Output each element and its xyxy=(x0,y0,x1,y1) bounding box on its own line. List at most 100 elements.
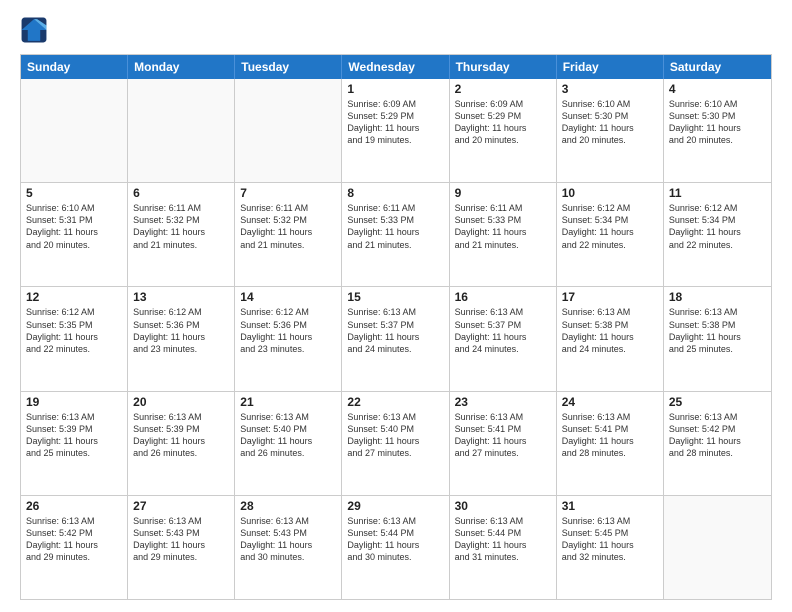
calendar-cell: 30Sunrise: 6:13 AMSunset: 5:44 PMDayligh… xyxy=(450,496,557,599)
calendar-cell xyxy=(128,79,235,182)
calendar-cell: 22 Sunrise: 6:13 AMSunset: 5:40 PMDayligh… xyxy=(342,392,449,495)
calendar-header-cell: Friday xyxy=(557,55,664,79)
day-number: 21 xyxy=(240,395,336,409)
calendar-cell: 2 Sunrise: 6:09 AMSunset: 5:29 PMDaylight… xyxy=(450,79,557,182)
calendar-header-cell: Monday xyxy=(128,55,235,79)
day-info: Sunrise: 6:13 AMSunset: 5:44 PMDaylight:… xyxy=(455,515,551,564)
calendar-cell: 17 Sunrise: 6:13 AMSunset: 5:38 PMDayligh… xyxy=(557,287,664,390)
day-info: Sunrise: 6:09 AMSunset: 5:29 PMDaylight:… xyxy=(347,98,443,147)
calendar-cell xyxy=(235,79,342,182)
day-info: Sunrise: 6:12 AMSunset: 5:35 PMDaylight:… xyxy=(26,306,122,355)
day-info: Sunrise: 6:13 AMSunset: 5:45 PMDaylight:… xyxy=(562,515,658,564)
day-number: 18 xyxy=(669,290,766,304)
calendar-body: 1 Sunrise: 6:09 AMSunset: 5:29 PMDaylight… xyxy=(21,79,771,599)
day-number: 11 xyxy=(669,186,766,200)
day-info: Sunrise: 6:11 AMSunset: 5:33 PMDaylight:… xyxy=(455,202,551,251)
calendar-row: 19Sunrise: 6:13 AMSunset: 5:39 PMDayligh… xyxy=(21,391,771,495)
calendar-cell: 19Sunrise: 6:13 AMSunset: 5:39 PMDayligh… xyxy=(21,392,128,495)
calendar-cell: 9 Sunrise: 6:11 AMSunset: 5:33 PMDaylight… xyxy=(450,183,557,286)
calendar-cell: 16 Sunrise: 6:13 AMSunset: 5:37 PMDayligh… xyxy=(450,287,557,390)
day-number: 13 xyxy=(133,290,229,304)
day-info: Sunrise: 6:13 AMSunset: 5:39 PMDaylight:… xyxy=(26,411,122,460)
logo-icon xyxy=(20,16,48,44)
day-number: 4 xyxy=(669,82,766,96)
calendar-cell: 15 Sunrise: 6:13 AMSunset: 5:37 PMDayligh… xyxy=(342,287,449,390)
calendar-row: 5 Sunrise: 6:10 AMSunset: 5:31 PMDaylight… xyxy=(21,182,771,286)
calendar-cell: 6 Sunrise: 6:11 AMSunset: 5:32 PMDaylight… xyxy=(128,183,235,286)
day-number: 5 xyxy=(26,186,122,200)
calendar-cell: 12 Sunrise: 6:12 AMSunset: 5:35 PMDayligh… xyxy=(21,287,128,390)
day-info: Sunrise: 6:13 AMSunset: 5:41 PMDaylight:… xyxy=(455,411,551,460)
calendar-cell: 27 Sunrise: 6:13 AMSunset: 5:43 PMDayligh… xyxy=(128,496,235,599)
calendar-cell: 1 Sunrise: 6:09 AMSunset: 5:29 PMDaylight… xyxy=(342,79,449,182)
calendar-cell: 26 Sunrise: 6:13 AMSunset: 5:42 PMDayligh… xyxy=(21,496,128,599)
day-info: Sunrise: 6:13 AMSunset: 5:37 PMDaylight:… xyxy=(347,306,443,355)
calendar-cell: 29Sunrise: 6:13 AMSunset: 5:44 PMDayligh… xyxy=(342,496,449,599)
day-info: Sunrise: 6:10 AMSunset: 5:30 PMDaylight:… xyxy=(562,98,658,147)
day-number: 14 xyxy=(240,290,336,304)
calendar-header-cell: Sunday xyxy=(21,55,128,79)
day-number: 2 xyxy=(455,82,551,96)
calendar-cell: 23Sunrise: 6:13 AMSunset: 5:41 PMDayligh… xyxy=(450,392,557,495)
day-number: 20 xyxy=(133,395,229,409)
calendar-cell: 13 Sunrise: 6:12 AMSunset: 5:36 PMDayligh… xyxy=(128,287,235,390)
day-info: Sunrise: 6:13 AMSunset: 5:42 PMDaylight:… xyxy=(26,515,122,564)
day-info: Sunrise: 6:13 AMSunset: 5:37 PMDaylight:… xyxy=(455,306,551,355)
calendar-cell: 20Sunrise: 6:13 AMSunset: 5:39 PMDayligh… xyxy=(128,392,235,495)
day-number: 28 xyxy=(240,499,336,513)
day-number: 31 xyxy=(562,499,658,513)
day-number: 1 xyxy=(347,82,443,96)
calendar-header-cell: Thursday xyxy=(450,55,557,79)
day-number: 22 xyxy=(347,395,443,409)
calendar-cell: 24 Sunrise: 6:13 AMSunset: 5:41 PMDayligh… xyxy=(557,392,664,495)
day-info: Sunrise: 6:12 AMSunset: 5:36 PMDaylight:… xyxy=(240,306,336,355)
logo xyxy=(20,16,52,44)
day-number: 26 xyxy=(26,499,122,513)
calendar-cell: 28 Sunrise: 6:13 AMSunset: 5:43 PMDayligh… xyxy=(235,496,342,599)
calendar-cell: 18 Sunrise: 6:13 AMSunset: 5:38 PMDayligh… xyxy=(664,287,771,390)
calendar-cell: 11Sunrise: 6:12 AMSunset: 5:34 PMDayligh… xyxy=(664,183,771,286)
day-number: 15 xyxy=(347,290,443,304)
day-number: 16 xyxy=(455,290,551,304)
calendar-cell: 10Sunrise: 6:12 AMSunset: 5:34 PMDayligh… xyxy=(557,183,664,286)
day-info: Sunrise: 6:10 AMSunset: 5:30 PMDaylight:… xyxy=(669,98,766,147)
calendar-header: SundayMondayTuesdayWednesdayThursdayFrid… xyxy=(21,55,771,79)
day-number: 17 xyxy=(562,290,658,304)
day-info: Sunrise: 6:12 AMSunset: 5:36 PMDaylight:… xyxy=(133,306,229,355)
day-number: 10 xyxy=(562,186,658,200)
day-info: Sunrise: 6:10 AMSunset: 5:31 PMDaylight:… xyxy=(26,202,122,251)
day-number: 27 xyxy=(133,499,229,513)
calendar-cell: 8 Sunrise: 6:11 AMSunset: 5:33 PMDaylight… xyxy=(342,183,449,286)
day-info: Sunrise: 6:13 AMSunset: 5:43 PMDaylight:… xyxy=(133,515,229,564)
day-number: 6 xyxy=(133,186,229,200)
day-info: Sunrise: 6:13 AMSunset: 5:44 PMDaylight:… xyxy=(347,515,443,564)
calendar: SundayMondayTuesdayWednesdayThursdayFrid… xyxy=(20,54,772,600)
day-info: Sunrise: 6:13 AMSunset: 5:43 PMDaylight:… xyxy=(240,515,336,564)
calendar-cell xyxy=(21,79,128,182)
day-info: Sunrise: 6:13 AMSunset: 5:40 PMDaylight:… xyxy=(240,411,336,460)
calendar-row: 1 Sunrise: 6:09 AMSunset: 5:29 PMDaylight… xyxy=(21,79,771,182)
day-info: Sunrise: 6:11 AMSunset: 5:32 PMDaylight:… xyxy=(133,202,229,251)
calendar-cell: 14 Sunrise: 6:12 AMSunset: 5:36 PMDayligh… xyxy=(235,287,342,390)
calendar-cell: 21 Sunrise: 6:13 AMSunset: 5:40 PMDayligh… xyxy=(235,392,342,495)
header xyxy=(20,16,772,44)
day-number: 24 xyxy=(562,395,658,409)
day-info: Sunrise: 6:13 AMSunset: 5:38 PMDaylight:… xyxy=(562,306,658,355)
day-info: Sunrise: 6:13 AMSunset: 5:42 PMDaylight:… xyxy=(669,411,766,460)
day-info: Sunrise: 6:13 AMSunset: 5:40 PMDaylight:… xyxy=(347,411,443,460)
day-number: 12 xyxy=(26,290,122,304)
day-info: Sunrise: 6:11 AMSunset: 5:33 PMDaylight:… xyxy=(347,202,443,251)
day-number: 9 xyxy=(455,186,551,200)
calendar-cell xyxy=(664,496,771,599)
calendar-header-cell: Wednesday xyxy=(342,55,449,79)
calendar-cell: 3 Sunrise: 6:10 AMSunset: 5:30 PMDaylight… xyxy=(557,79,664,182)
calendar-cell: 4 Sunrise: 6:10 AMSunset: 5:30 PMDaylight… xyxy=(664,79,771,182)
day-number: 8 xyxy=(347,186,443,200)
day-number: 3 xyxy=(562,82,658,96)
day-info: Sunrise: 6:09 AMSunset: 5:29 PMDaylight:… xyxy=(455,98,551,147)
day-info: Sunrise: 6:13 AMSunset: 5:38 PMDaylight:… xyxy=(669,306,766,355)
calendar-row: 26 Sunrise: 6:13 AMSunset: 5:42 PMDayligh… xyxy=(21,495,771,599)
day-number: 7 xyxy=(240,186,336,200)
calendar-cell: 7Sunrise: 6:11 AMSunset: 5:32 PMDaylight… xyxy=(235,183,342,286)
day-info: Sunrise: 6:13 AMSunset: 5:41 PMDaylight:… xyxy=(562,411,658,460)
